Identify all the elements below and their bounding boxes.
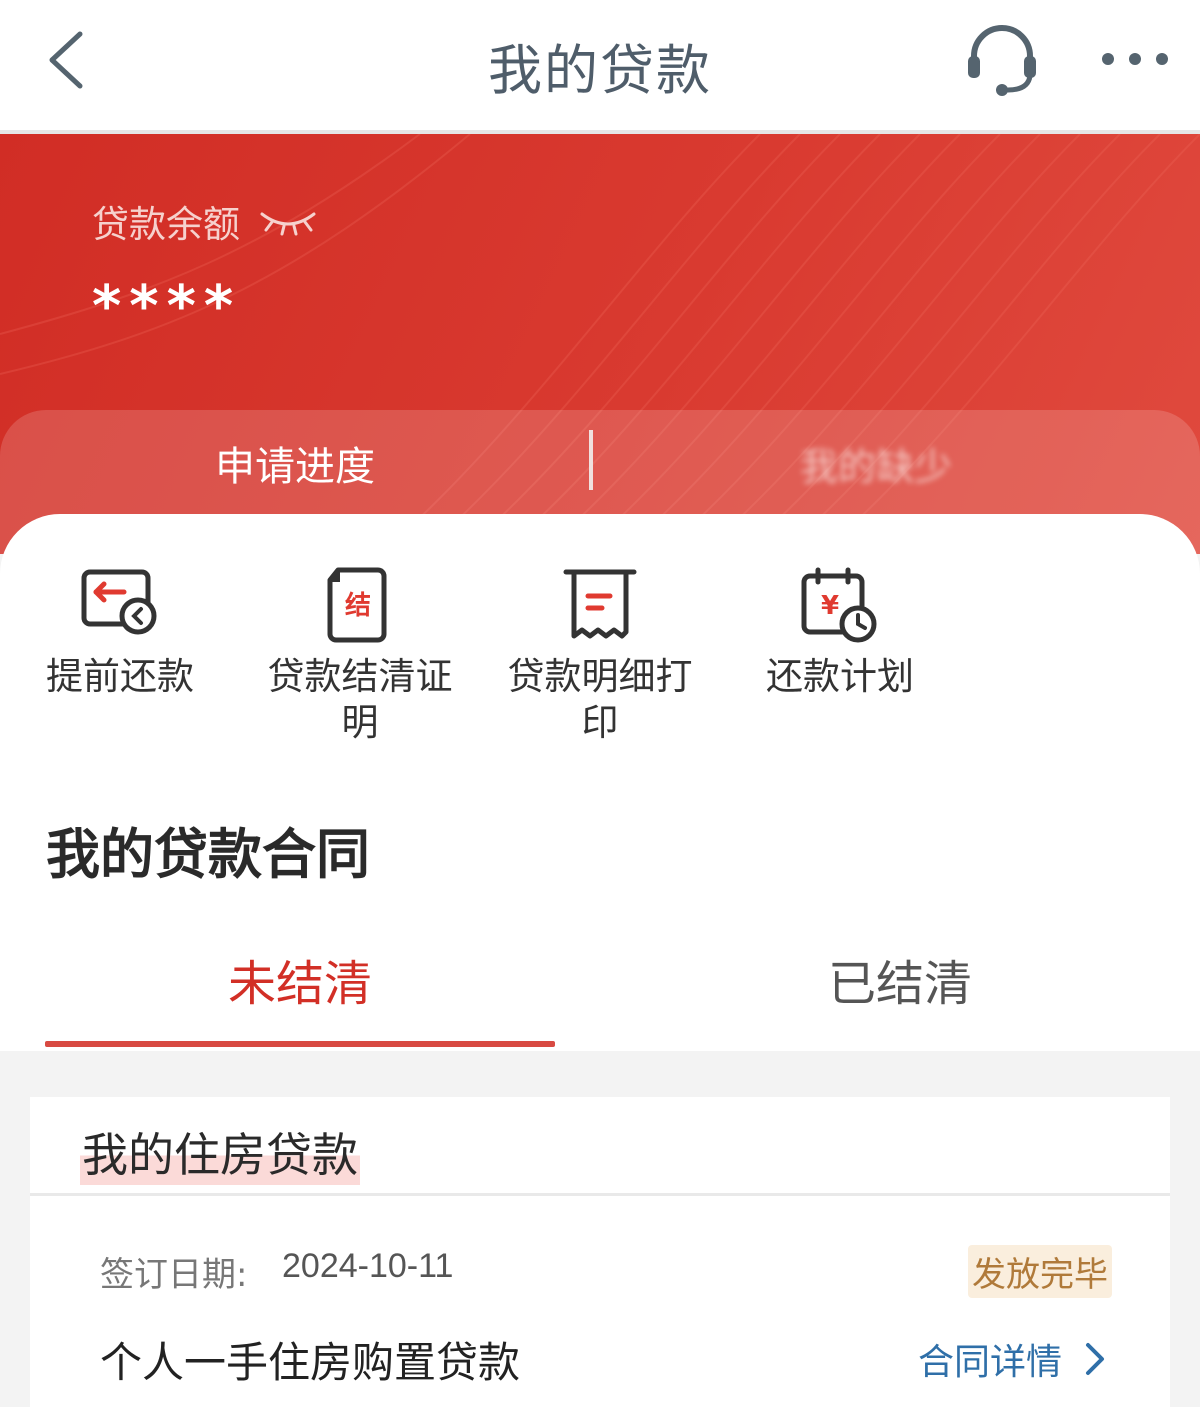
tab-unsettled[interactable]: 未结清 [0, 944, 600, 1014]
repay-plan-icon: ¥ [801, 567, 877, 643]
sign-date-value: 2024-10-11 [282, 1247, 454, 1285]
quick-action-early-repay[interactable]: 提前还款 [40, 566, 200, 700]
loan-group-title: 我的住房贷款 [80, 1119, 360, 1185]
tab-divider [589, 430, 593, 490]
quick-action-repay-plan[interactable]: ¥ 还款计划 [760, 566, 920, 700]
quick-action-label: 贷款结清证 [267, 655, 453, 698]
repay-plan-icon-text: ¥ [821, 591, 839, 621]
quick-action-label: 贷款明细打 [507, 655, 693, 698]
balance-label: 贷款余额 [92, 203, 240, 246]
top-nav-bar: 我的贷款 [0, 0, 1200, 134]
sign-date-label: 签订日期: [100, 1255, 248, 1295]
main-card: 提前还款 结 贷款结清证 明 贷款明细打 印 ¥ 还款计划 我的贷款合同 未结清… [0, 514, 1200, 1051]
loan-group-header: 我的住房贷款 [30, 1097, 1170, 1196]
balance-value-masked: **** [92, 274, 242, 339]
quick-action-label-line2: 印 [581, 701, 619, 744]
balance-banner: 贷款余额 **** 申请进度 我的缺少 [0, 134, 1200, 554]
settlement-cert-icon-text: 结 [345, 591, 371, 621]
more-dots-icon[interactable] [1100, 44, 1170, 74]
loan-product-name: 个人一手住房购置贷款 [100, 1338, 521, 1387]
quick-action-label: 提前还款 [46, 655, 194, 698]
quick-action-label: 还款计划 [766, 655, 914, 698]
tab-apply-progress[interactable]: 申请进度 [0, 434, 590, 492]
receipt-print-icon [563, 569, 637, 639]
quick-action-settlement-cert[interactable]: 结 贷款结清证 明 [260, 566, 460, 746]
quick-action-detail-print[interactable]: 贷款明细打 印 [500, 566, 700, 746]
contracts-section-title: 我的贷款合同 [46, 823, 370, 886]
quick-action-label-line2: 明 [341, 701, 379, 744]
early-repay-icon [81, 569, 157, 635]
contract-detail-link[interactable]: 合同详情 [918, 1333, 1062, 1385]
settlement-cert-icon: 结 [327, 567, 387, 643]
active-tab-indicator [45, 1041, 555, 1047]
loan-contract-card[interactable]: 我的住房贷款 签订日期: 2024-10-11 发放完毕 个人一手住房购置贷款 … [30, 1097, 1170, 1407]
chevron-right-icon[interactable] [1080, 1339, 1110, 1379]
eye-closed-icon[interactable] [258, 206, 318, 236]
tab-obscured[interactable]: 我的缺少 [800, 436, 952, 491]
status-badge: 发放完毕 [968, 1245, 1112, 1298]
tab-settled[interactable]: 已结清 [600, 944, 1200, 1014]
headset-icon[interactable] [962, 20, 1042, 100]
